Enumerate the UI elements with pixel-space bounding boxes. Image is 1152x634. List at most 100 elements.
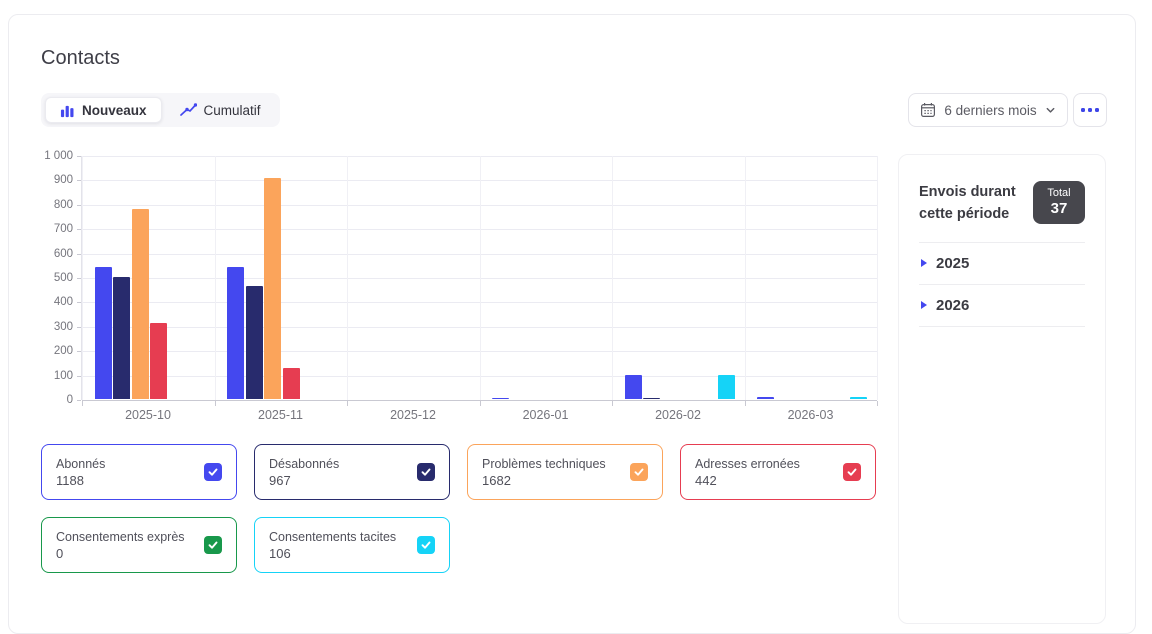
toggle-cumulatif-button[interactable]: Cumulatif bbox=[164, 97, 276, 123]
bar-2025-10-Abonnés[interactable] bbox=[95, 267, 112, 399]
expand-triangle-icon bbox=[921, 301, 927, 309]
legend-card-Abonnés[interactable]: Abonnés 1188 bbox=[41, 444, 237, 500]
y-axis-label: 500 bbox=[13, 272, 73, 284]
legend-card-checkbox[interactable] bbox=[630, 463, 648, 481]
bar-2025-11-Problèmes techniques[interactable] bbox=[264, 178, 281, 399]
bar-2025-10-Adresses erronées[interactable] bbox=[150, 323, 167, 399]
x-axis-label: 2026-03 bbox=[745, 408, 877, 422]
expand-triangle-icon bbox=[921, 259, 927, 267]
y-axis-tick bbox=[77, 351, 81, 352]
toggle-cumulatif-label: Cumulatif bbox=[204, 103, 261, 118]
page-title: Contacts bbox=[41, 47, 120, 70]
legend-card-label: Problèmes techniques bbox=[482, 457, 606, 471]
bar-2026-03-Abonnés[interactable] bbox=[757, 397, 774, 399]
y-axis-tick bbox=[77, 180, 81, 181]
legend-card-checkbox[interactable] bbox=[204, 536, 222, 554]
chart-plot-area: 1 00090080070060050040030020010002025-10… bbox=[81, 156, 876, 400]
y-axis-tick bbox=[77, 376, 81, 377]
gridline bbox=[745, 156, 746, 400]
view-toggle-group: Nouveaux Cumulatif bbox=[41, 93, 280, 127]
total-badge-value: 37 bbox=[1045, 200, 1073, 217]
period-selector[interactable]: 6 derniers mois bbox=[908, 93, 1068, 127]
bar-2025-11-Abonnés[interactable] bbox=[227, 267, 244, 399]
y-axis-label: 700 bbox=[13, 223, 73, 235]
legend-card-value: 967 bbox=[269, 473, 339, 488]
more-options-button[interactable] bbox=[1073, 93, 1107, 127]
gridline bbox=[215, 156, 216, 400]
x-axis-tick bbox=[82, 401, 83, 406]
y-axis-label: 600 bbox=[13, 248, 73, 260]
y-axis-label: 100 bbox=[13, 370, 73, 382]
chart-legend: Abonnés 1188 Désabonnés 967 Problèmes techni… bbox=[41, 444, 877, 573]
x-axis-tick bbox=[612, 401, 613, 406]
gridline bbox=[480, 156, 481, 400]
bar-2025-11-Adresses erronées[interactable] bbox=[283, 368, 300, 399]
bar-2025-11-Désabonnés[interactable] bbox=[246, 286, 263, 399]
legend-card-value: 442 bbox=[695, 473, 800, 488]
toggle-nouveaux-label: Nouveaux bbox=[82, 103, 147, 118]
gridline bbox=[347, 156, 348, 400]
y-axis-label: 300 bbox=[13, 321, 73, 333]
y-axis-tick bbox=[77, 278, 81, 279]
bar-2026-02-Abonnés[interactable] bbox=[625, 375, 642, 399]
bar-2026-02-Désabonnés[interactable] bbox=[643, 398, 660, 399]
contacts-panel: Contacts Nouveaux Cumulatif bbox=[8, 14, 1136, 634]
legend-card-label: Consentements exprès bbox=[56, 530, 185, 544]
legend-card-Consentements tacites[interactable]: Consentements tacites 106 bbox=[254, 517, 450, 573]
legend-card-texts: Consentements tacites 106 bbox=[269, 530, 396, 561]
legend-card-value: 106 bbox=[269, 546, 396, 561]
gridline bbox=[82, 156, 83, 400]
bar-2026-03-Consentements tacites[interactable] bbox=[850, 397, 867, 399]
legend-card-checkbox[interactable] bbox=[417, 536, 435, 554]
legend-card-value: 1682 bbox=[482, 473, 606, 488]
legend-card-Consentements exprès[interactable]: Consentements exprès0 bbox=[41, 517, 237, 573]
envois-group-2026[interactable]: 2026 bbox=[919, 285, 1085, 327]
bar-chart-icon bbox=[60, 103, 75, 118]
chevron-down-icon bbox=[1045, 105, 1056, 116]
legend-card-texts: Abonnés 1188 bbox=[56, 457, 105, 488]
bar-2025-10-Désabonnés[interactable] bbox=[113, 277, 130, 399]
y-axis-label: 200 bbox=[13, 345, 73, 357]
envois-panel: Envois durant cette période Total 37 202… bbox=[898, 154, 1106, 624]
legend-card-Problèmes techniques[interactable]: Problèmes techniques 1682 bbox=[467, 444, 663, 500]
x-axis-tick bbox=[877, 401, 878, 406]
x-axis-label: 2025-11 bbox=[215, 408, 347, 422]
bar-2026-01-Abonnés[interactable] bbox=[492, 398, 509, 399]
y-axis-tick bbox=[77, 156, 81, 157]
legend-card-Désabonnés[interactable]: Désabonnés 967 bbox=[254, 444, 450, 500]
legend-card-checkbox[interactable] bbox=[843, 463, 861, 481]
y-axis-label: 900 bbox=[13, 174, 73, 186]
bar-2026-02-Consentements tacites[interactable] bbox=[718, 375, 735, 399]
x-axis-label: 2025-12 bbox=[347, 408, 479, 422]
y-axis-tick bbox=[77, 205, 81, 206]
envois-groups: 2025 2026 bbox=[919, 243, 1085, 327]
legend-card-label: Abonnés bbox=[56, 457, 105, 471]
gridline bbox=[612, 156, 613, 400]
toggle-nouveaux-button[interactable]: Nouveaux bbox=[45, 97, 162, 123]
legend-card-checkbox[interactable] bbox=[204, 463, 222, 481]
total-badge-label: Total bbox=[1045, 187, 1073, 199]
envois-group-2025[interactable]: 2025 bbox=[919, 243, 1085, 285]
y-axis-tick bbox=[77, 254, 81, 255]
calendar-icon bbox=[920, 102, 936, 118]
legend-card-checkbox[interactable] bbox=[417, 463, 435, 481]
legend-card-label: Consentements tacites bbox=[269, 530, 396, 544]
bar-2025-10-Problèmes techniques[interactable] bbox=[132, 209, 149, 399]
y-axis-tick bbox=[77, 229, 81, 230]
x-axis-label: 2026-02 bbox=[612, 408, 744, 422]
legend-card-texts: Désabonnés 967 bbox=[269, 457, 339, 488]
y-axis-label: 1 000 bbox=[13, 150, 73, 162]
envois-group-label: 2026 bbox=[936, 297, 969, 314]
legend-card-texts: Problèmes techniques 1682 bbox=[482, 457, 606, 488]
y-axis-label: 400 bbox=[13, 296, 73, 308]
legend-card-value: 1188 bbox=[56, 473, 105, 488]
x-axis-label: 2025-10 bbox=[82, 408, 214, 422]
x-axis-tick bbox=[347, 401, 348, 406]
gridline bbox=[877, 156, 878, 400]
legend-card-texts: Adresses erronées442 bbox=[695, 457, 800, 488]
legend-card-label: Désabonnés bbox=[269, 457, 339, 471]
y-axis-tick bbox=[77, 302, 81, 303]
y-axis-label: 800 bbox=[13, 199, 73, 211]
legend-card-Adresses erronées[interactable]: Adresses erronées442 bbox=[680, 444, 876, 500]
envois-panel-header: Envois durant cette période Total 37 bbox=[919, 181, 1085, 226]
